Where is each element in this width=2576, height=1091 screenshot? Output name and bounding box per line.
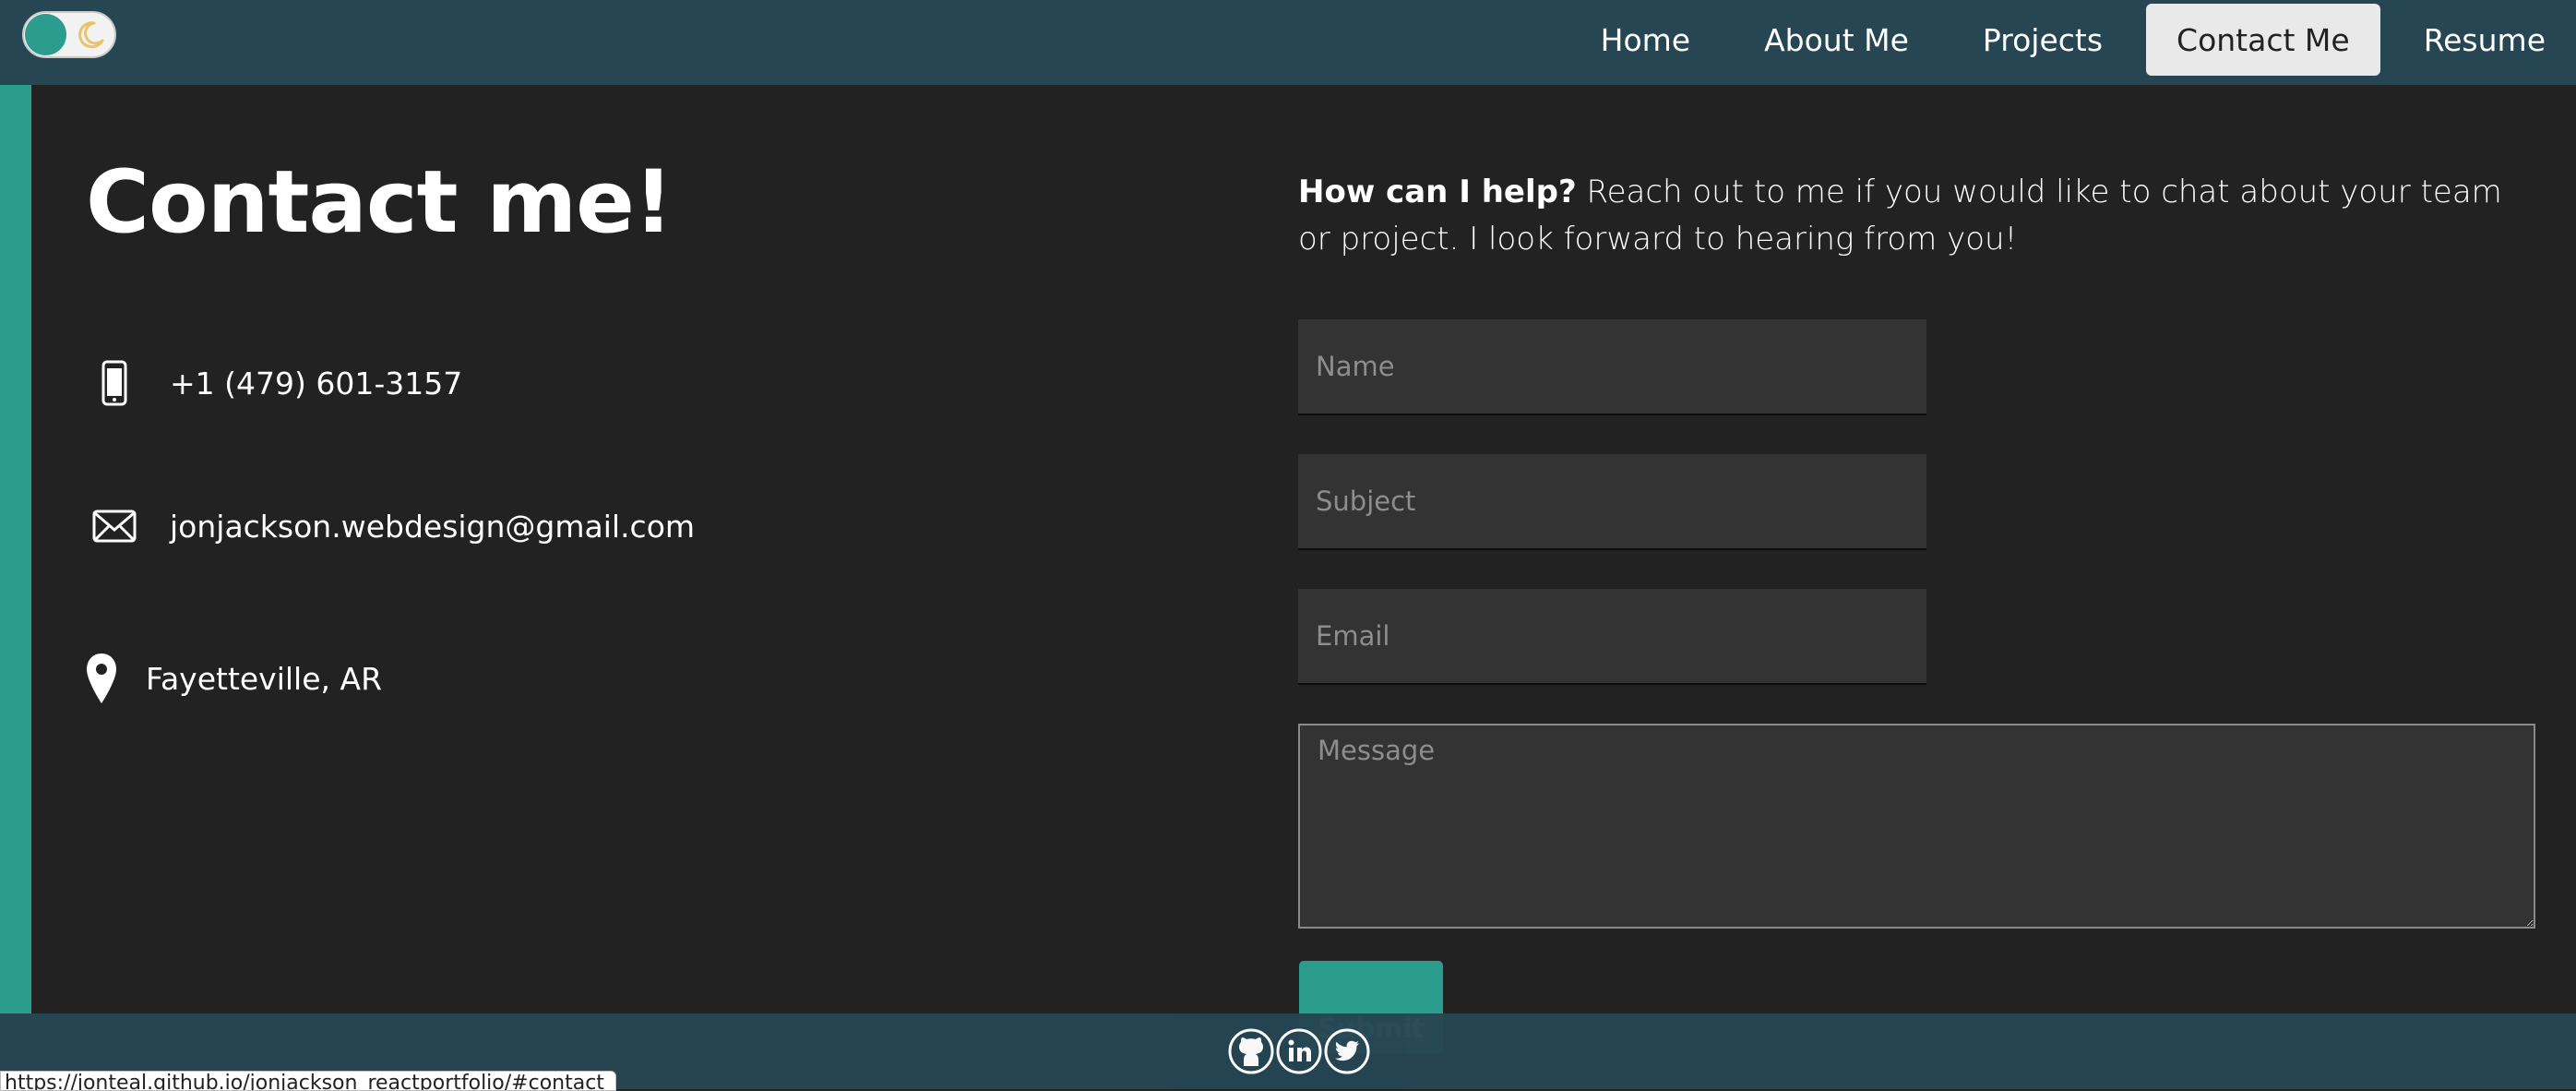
theme-toggle[interactable] [22, 11, 116, 58]
nav-link-about-me[interactable]: About Me [1734, 4, 1939, 76]
github-icon[interactable] [1227, 1027, 1275, 1075]
email-address[interactable]: jonjackson.webdesign@gmail.com [170, 509, 695, 545]
name-input[interactable] [1298, 319, 1926, 415]
social-links [1227, 1027, 1371, 1075]
moon-icon [78, 21, 104, 49]
navbar: Home About Me Projects Contact Me Resume [0, 0, 2576, 85]
linkedin-icon[interactable] [1275, 1027, 1323, 1075]
location-text: Fayetteville, AR [146, 660, 383, 697]
toggle-knob [25, 14, 66, 55]
intro-heading: How can I help? [1298, 174, 1577, 210]
twitter-icon[interactable] [1323, 1027, 1371, 1075]
phone-row: +1 (479) 601-3157 [89, 360, 462, 406]
message-textarea[interactable] [1298, 724, 2535, 929]
phone-number[interactable]: +1 (479) 601-3157 [170, 366, 462, 402]
form-intro: How can I help? Reach out to me if you w… [1298, 169, 2534, 263]
mail-icon [89, 508, 140, 545]
accent-bar [0, 85, 31, 1013]
location-row: Fayetteville, AR [83, 652, 382, 705]
status-bar-url: https://jonteal.github.io/jonjackson_rea… [0, 1071, 616, 1091]
nav-link-projects[interactable]: Projects [1952, 4, 2133, 76]
email-row: jonjackson.webdesign@gmail.com [89, 508, 695, 545]
phone-icon [89, 360, 140, 406]
page-title: Contact me! [86, 152, 674, 253]
nav-links: Home About Me Projects Contact Me Resume [1557, 4, 2576, 76]
subject-input[interactable] [1298, 454, 1926, 550]
map-pin-icon [83, 652, 120, 705]
email-input[interactable] [1298, 589, 1926, 685]
nav-link-resume[interactable]: Resume [2393, 4, 2576, 76]
nav-link-contact-me[interactable]: Contact Me [2146, 4, 2380, 76]
nav-link-home[interactable]: Home [1570, 4, 1721, 76]
